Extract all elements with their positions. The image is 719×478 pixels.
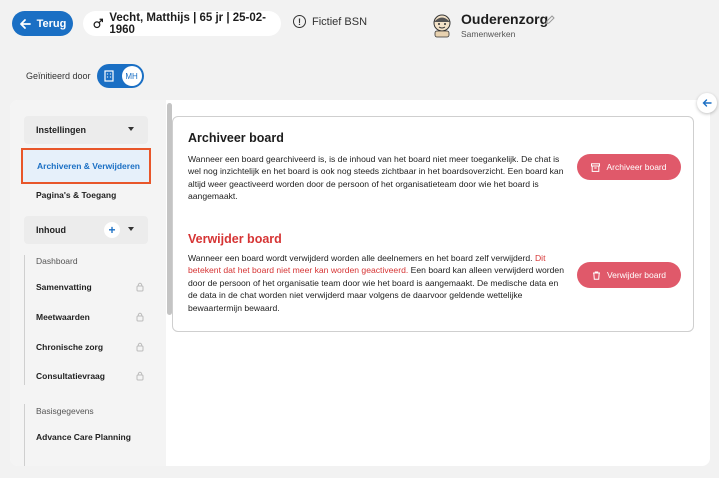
group-inhoud[interactable]: Inhoud + <box>24 216 148 244</box>
main-card: Instellingen Archiveren & Verwijderen Pa… <box>10 100 710 466</box>
delete-button-label: Verwijder board <box>606 270 667 280</box>
arrow-left-icon <box>702 99 712 107</box>
male-icon <box>93 18 104 29</box>
nav-samenvatting[interactable]: Samenvatting <box>24 273 148 301</box>
archive-board-button[interactable]: Archiveer board <box>577 154 681 180</box>
archive-button-label: Archiveer board <box>606 162 667 172</box>
nav-label: Advance Care Planning <box>36 432 131 442</box>
board-settings-panel: Archiveer board Wanneer een board gearch… <box>172 116 694 332</box>
toggle-knob: MH <box>121 66 142 86</box>
arrow-left-icon <box>19 18 31 29</box>
bsn-info[interactable]: ! Fictief BSN <box>293 15 367 28</box>
delete-description: Wanneer een board wordt verwijderd worde… <box>188 252 568 314</box>
nav-label: Pagina's & Toegang <box>36 190 117 200</box>
building-icon <box>103 70 114 82</box>
nav-consultatievraag[interactable]: Consultatievraag <box>24 362 148 390</box>
sidebar: Instellingen Archiveren & Verwijderen Pa… <box>10 100 166 466</box>
nav-label: Chronische zorg <box>36 342 104 352</box>
delete-board-button[interactable]: Verwijder board <box>577 262 681 288</box>
lock-icon <box>136 282 144 292</box>
initiated-toggle[interactable]: MH <box>96 64 144 88</box>
add-icon[interactable]: + <box>104 222 120 238</box>
nav-archiveren-verwijderen[interactable]: Archiveren & Verwijderen <box>21 148 151 184</box>
caret-down-icon <box>128 127 134 131</box>
group-instellingen[interactable]: Instellingen <box>24 116 148 144</box>
nav-label: Archiveren & Verwijderen <box>37 161 140 171</box>
nav-label: Meetwaarden <box>36 312 90 322</box>
top-bar: Terug Vecht, Matthijs | 65 jr | 25-02-19… <box>0 0 719 50</box>
trash-icon <box>592 271 600 280</box>
nav-meetwaarden[interactable]: Meetwaarden <box>24 303 148 331</box>
org-name: Ouderenzorg <box>461 11 549 27</box>
caret-down-icon <box>128 227 134 231</box>
archive-icon <box>591 162 601 172</box>
back-button[interactable]: Terug <box>12 11 73 36</box>
archive-description: Wanneer een board gearchiveerd is, is de… <box>188 154 564 202</box>
patient-info: Vecht, Matthijs | 65 jr | 25-02-1960 <box>83 11 281 36</box>
initiated-label: Geïnitieerd door <box>26 71 91 81</box>
initiated-by: Geïnitieerd door MH <box>26 64 144 88</box>
nav-paginas-toegang[interactable]: Pagina's & Toegang <box>24 181 148 209</box>
nav-advance-care-planning[interactable]: Advance Care Planning <box>24 423 148 451</box>
archive-title: Archiveer board <box>188 131 284 145</box>
collapse-panel-button[interactable] <box>697 93 717 113</box>
group-inhoud-label: Inhoud <box>36 225 66 235</box>
delete-title: Verwijder board <box>188 232 282 246</box>
org-subtitle: Samenwerken <box>461 29 516 39</box>
nav-label: Consultatievraag <box>36 371 105 381</box>
lock-icon <box>136 342 144 352</box>
org-logo <box>433 14 451 38</box>
bsn-label: Fictief BSN <box>312 15 368 28</box>
nav-label: Samenvatting <box>36 282 92 292</box>
lock-icon <box>136 312 144 322</box>
section-basisgegevens: Basisgegevens <box>36 406 94 416</box>
info-icon: ! <box>293 15 306 28</box>
back-label: Terug <box>36 17 67 30</box>
delete-text-part: Wanneer een board wordt verwijderd worde… <box>188 253 535 263</box>
patient-label: Vecht, Matthijs | 65 jr | 25-02-1960 <box>109 11 266 36</box>
group-instellingen-label: Instellingen <box>36 125 87 135</box>
lock-icon <box>136 371 144 381</box>
nav-chronische-zorg[interactable]: Chronische zorg <box>24 333 148 361</box>
section-dashboard: Dashboard <box>36 256 78 266</box>
pencil-icon[interactable] <box>544 15 555 26</box>
